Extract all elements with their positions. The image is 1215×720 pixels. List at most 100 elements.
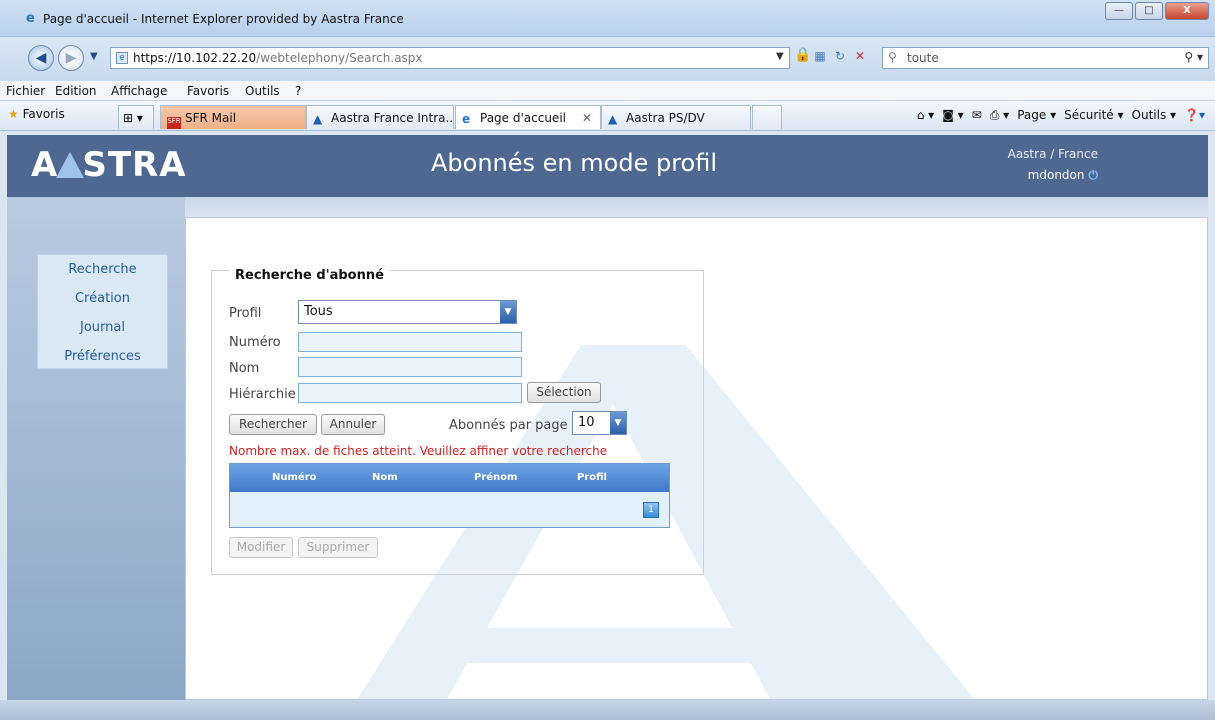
favorites-button[interactable]: ★ Favoris xyxy=(8,107,65,121)
compatibility-view-icon[interactable]: ▦ xyxy=(812,49,828,65)
window-titlebar: e Page d'accueil - Internet Explorer pro… xyxy=(0,0,1215,37)
sidebar-item-recherche[interactable]: Recherche xyxy=(38,255,167,284)
numero-label: Numéro xyxy=(229,335,281,350)
menu-outils[interactable]: Outils xyxy=(245,84,280,98)
page-menu[interactable]: Page ▾ xyxy=(1017,108,1056,123)
ie-page-icon: e xyxy=(462,112,471,126)
aastra-logo: A STRA xyxy=(31,145,187,185)
page-title: Abonnés en mode profil xyxy=(431,149,717,177)
recent-pages-dropdown[interactable]: ▼ xyxy=(90,51,98,62)
forward-button[interactable]: ▶ xyxy=(58,45,84,71)
menu-fichier[interactable]: Fichier xyxy=(6,84,45,98)
profil-select[interactable]: Tous ▼ xyxy=(298,300,517,324)
column-prenom[interactable]: Prénom xyxy=(474,472,517,483)
help-icon[interactable]: ❓▾ xyxy=(1184,108,1205,123)
favorites-label: Favoris xyxy=(22,107,65,121)
organization-label: Aastra / France xyxy=(1007,147,1098,161)
ie-logo-icon: e xyxy=(26,11,35,26)
page-number-button[interactable]: 1 xyxy=(643,502,659,518)
profil-label: Profil xyxy=(229,306,262,321)
hierarchie-label: Hiérarchie xyxy=(229,387,296,402)
page-icon: e xyxy=(116,52,128,64)
menu-affichage[interactable]: Affichage xyxy=(111,84,167,98)
error-message: Nombre max. de fiches atteint. Veuillez … xyxy=(229,444,608,458)
logo-right-text: STRA xyxy=(82,145,187,185)
address-toolbar: ◀ ▶ ▼ e https://10.102.22.20/webtelephon… xyxy=(0,37,1215,81)
home-icon[interactable]: ⌂ ▾ xyxy=(917,108,934,123)
minimize-button[interactable]: — xyxy=(1105,2,1133,20)
url-dropdown-icon[interactable]: ▼ xyxy=(776,51,784,62)
aastra-icon: ▲ xyxy=(313,112,323,126)
cancel-button[interactable]: Annuler xyxy=(321,414,385,435)
tab-label: Aastra France Intra... xyxy=(331,111,454,125)
nom-input[interactable] xyxy=(298,357,522,377)
app-header: A STRA Abonnés en mode profil Aastra / Fr… xyxy=(7,135,1208,197)
sfr-icon: SFR xyxy=(167,117,181,129)
security-menu[interactable]: Sécurité ▾ xyxy=(1064,108,1123,123)
window-controls: — □ X xyxy=(1105,2,1209,20)
per-page-label: Abonnés par page xyxy=(449,418,568,433)
nom-label: Nom xyxy=(229,361,260,376)
tab-label: Aastra PS/DV xyxy=(626,111,705,125)
search-legend: Recherche d'abonné xyxy=(229,268,390,283)
logo-mark-icon xyxy=(56,152,85,178)
chevron-down-icon: ▼ xyxy=(500,301,516,323)
quick-tabs-button[interactable]: ⊞ ▾ xyxy=(118,105,154,129)
url-field[interactable]: e https://10.102.22.20/webtelephony/Sear… xyxy=(110,47,790,69)
delete-button: Supprimer xyxy=(298,537,378,558)
stop-icon[interactable]: ✕ xyxy=(852,49,868,65)
per-page-select[interactable]: 10 ▼ xyxy=(572,411,627,435)
logo-left-text: A xyxy=(31,145,59,185)
new-tab-button[interactable] xyxy=(752,105,782,129)
selection-button[interactable]: Sélection xyxy=(527,382,601,403)
url-path: /webtelephony/Search.aspx xyxy=(256,51,423,65)
column-profil[interactable]: Profil xyxy=(577,472,607,483)
search-button[interactable]: Rechercher xyxy=(229,414,317,435)
tab-aastra-psdv[interactable]: ▲ Aastra PS/DV xyxy=(601,105,751,129)
maximize-button[interactable]: □ xyxy=(1135,2,1163,20)
search-text: toute xyxy=(907,51,939,65)
modify-button: Modifier xyxy=(229,537,293,558)
menu-favoris[interactable]: Favoris xyxy=(187,84,229,98)
results-grid-header: Numéro Nom Prénom Profil xyxy=(230,464,669,492)
url-host: https://10.102.22.20 xyxy=(133,51,257,65)
close-window-button[interactable]: X xyxy=(1165,2,1209,20)
menu-help[interactable]: ? xyxy=(295,84,301,98)
tab-label: Page d'accueil xyxy=(480,111,566,125)
mail-icon[interactable]: ✉ xyxy=(972,108,982,123)
header-shadow-band xyxy=(185,197,1208,217)
column-numero[interactable]: Numéro xyxy=(272,472,317,483)
aastra-icon: ▲ xyxy=(608,112,618,126)
menu-edition[interactable]: Edition xyxy=(55,84,97,98)
user-label: mdondon ⏻ xyxy=(1028,168,1098,183)
close-tab-icon[interactable]: ✕ xyxy=(582,111,592,125)
tab-sfr-mail[interactable]: SFR SFR Mail xyxy=(160,105,306,129)
tools-menu[interactable]: Outils ▾ xyxy=(1132,108,1177,123)
search-icon: ⚲ xyxy=(888,50,897,64)
profil-value: Tous xyxy=(304,304,333,319)
print-icon[interactable]: ⎙ ▾ xyxy=(990,108,1009,123)
menu-bar: Fichier Edition Affichage Favoris Outils… xyxy=(0,81,1215,101)
sidebar-item-creation[interactable]: Création xyxy=(38,284,167,313)
username: mdondon xyxy=(1027,168,1085,182)
chevron-down-icon: ▼ xyxy=(610,412,626,434)
search-input[interactable]: ⚲ toute ⚲ ▾ xyxy=(882,47,1209,69)
hierarchie-input[interactable] xyxy=(298,383,522,403)
column-nom[interactable]: Nom xyxy=(372,472,398,483)
tab-page-accueil[interactable]: e Page d'accueil ✕ xyxy=(455,105,601,129)
tab-label: SFR Mail xyxy=(185,111,237,125)
sidebar-item-preferences[interactable]: Préférences xyxy=(38,342,167,371)
feeds-icon[interactable]: ◙ ▾ xyxy=(942,108,963,123)
star-icon: ★ xyxy=(8,107,19,121)
numero-input[interactable] xyxy=(298,332,522,352)
lock-icon[interactable]: 🔒 xyxy=(794,47,811,67)
logout-power-icon[interactable]: ⏻ xyxy=(1089,168,1099,182)
search-go-icon[interactable]: ⚲ ▾ xyxy=(1184,50,1203,64)
side-menu: Recherche Création Journal Préférences xyxy=(37,254,168,369)
refresh-icon[interactable]: ↻ xyxy=(832,49,848,65)
tab-aastra-intra[interactable]: ▲ Aastra France Intra... xyxy=(306,105,454,129)
favorites-bar: ★ Favoris ⊞ ▾ SFR SFR Mail ▲ Aastra France… xyxy=(0,101,1215,131)
window-title: Page d'accueil - Internet Explorer provi… xyxy=(43,12,404,26)
back-button[interactable]: ◀ xyxy=(28,45,54,71)
sidebar-item-journal[interactable]: Journal xyxy=(38,313,167,342)
